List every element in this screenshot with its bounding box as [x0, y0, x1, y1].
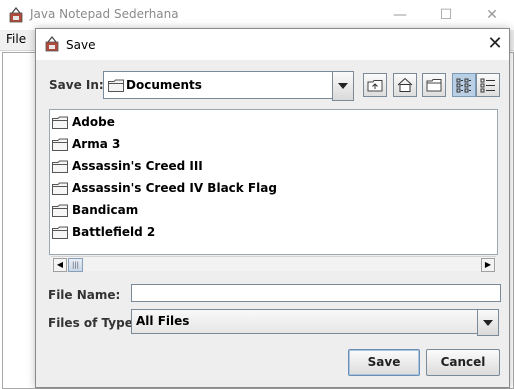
home-icon [397, 77, 413, 92]
files-of-type-dropdown-button[interactable] [477, 309, 499, 336]
folder-icon [52, 226, 68, 239]
new-folder-button[interactable] [422, 73, 446, 97]
close-icon[interactable]: ✕ [484, 33, 506, 55]
files-of-type-value: All Files [136, 314, 190, 328]
home-button[interactable] [393, 73, 417, 97]
minimize-icon[interactable]: — [390, 6, 410, 24]
files-of-type-label: Files of Type: [48, 316, 138, 330]
folder-icon [52, 204, 68, 217]
save-in-dropdown-button[interactable] [332, 71, 354, 101]
maximize-icon[interactable]: ☐ [436, 6, 456, 24]
cancel-button[interactable]: Cancel [426, 349, 500, 376]
chevron-down-icon [483, 320, 493, 326]
folder-icon [52, 160, 68, 173]
scrollbar-thumb[interactable]: ||| [68, 258, 83, 272]
chevron-down-icon [338, 83, 348, 89]
file-name: Bandicam [72, 203, 139, 217]
file-name: Assassin's Creed III [72, 159, 203, 173]
main-window-title: Java Notepad Sederhana [30, 7, 179, 21]
folder-icon [52, 116, 68, 129]
folder-icon [52, 182, 68, 195]
list-view-button[interactable] [452, 73, 476, 97]
file-list[interactable]: Adobe Arma 3 Assassin's Creed III Assass… [49, 109, 498, 272]
save-in-value: Documents [126, 78, 202, 92]
up-one-level-button[interactable] [363, 73, 387, 97]
save-button[interactable]: Save [348, 349, 420, 376]
details-view-button[interactable] [476, 73, 500, 97]
new-folder-icon [426, 79, 442, 92]
file-name: Battlefield 2 [72, 225, 156, 239]
file-name: Assassin's Creed IV Black Flag [72, 181, 277, 195]
file-name-field[interactable] [131, 284, 501, 302]
horizontal-scrollbar[interactable]: ◀ ||| ▶ [51, 256, 496, 272]
scroll-right-icon[interactable]: ▶ [481, 258, 495, 272]
list-view-icon [456, 78, 471, 93]
save-dialog: Save ✕ Save In: Documents Adobe Arma 3 A… [35, 28, 510, 388]
file-name: Adobe [72, 115, 115, 129]
menu-file[interactable]: File [6, 32, 26, 46]
java-app-icon [45, 36, 59, 52]
file-name-label: File Name: [48, 288, 121, 302]
folder-icon [108, 79, 124, 92]
save-in-combo[interactable]: Documents [103, 71, 354, 99]
close-icon[interactable]: ✕ [482, 6, 502, 24]
file-name: Arma 3 [72, 137, 121, 151]
java-app-icon [9, 7, 23, 23]
save-in-label: Save In: [49, 78, 104, 92]
details-view-icon [480, 78, 495, 93]
dialog-titlebar: Save ✕ [36, 29, 509, 60]
scroll-left-icon[interactable]: ◀ [53, 258, 67, 272]
main-titlebar: Java Notepad Sederhana — ☐ ✕ [0, 0, 514, 30]
files-of-type-combo[interactable]: All Files [131, 309, 478, 334]
folder-icon [52, 138, 68, 151]
dialog-title: Save [66, 38, 96, 52]
up-one-level-icon [367, 80, 383, 92]
